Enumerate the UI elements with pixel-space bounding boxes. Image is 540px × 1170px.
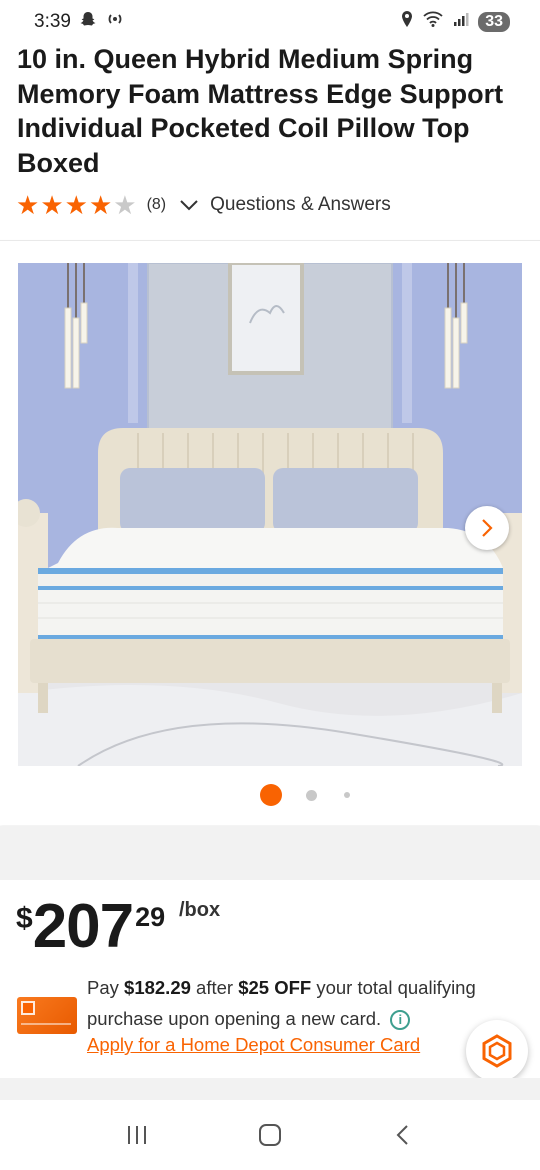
questions-answers-link[interactable]: Questions & Answers xyxy=(210,194,391,216)
review-count[interactable]: (8) xyxy=(147,196,167,214)
chevron-right-icon xyxy=(482,519,493,537)
star-filled-icon: ★ xyxy=(40,190,64,220)
price-unit: /box xyxy=(179,899,221,921)
star-filled-icon: ★ xyxy=(88,190,113,220)
promo-discount: $25 OFF xyxy=(238,977,312,998)
price-whole: 207 xyxy=(32,892,134,961)
price: $ 207 29 xyxy=(16,894,165,960)
battery-icon: 33 xyxy=(478,12,510,32)
hexagon-icon xyxy=(482,1034,512,1068)
star-rating: ★ ★ ★ ★ ★ xyxy=(16,192,137,218)
pagination-dot[interactable] xyxy=(344,792,350,798)
price-section: $ 207 29 /box Pay $182.29 after $25 OFF … xyxy=(0,880,540,1075)
promo-price: $182.29 xyxy=(124,977,191,998)
recents-icon xyxy=(127,1126,146,1144)
status-bar: 3:39 33 xyxy=(0,0,540,44)
status-time: 3:39 xyxy=(34,11,71,32)
promo-pay: Pay xyxy=(87,977,119,998)
recents-button[interactable] xyxy=(117,1115,157,1155)
section-divider xyxy=(0,826,540,880)
star-filled-icon: ★ xyxy=(64,190,88,220)
battery-level: 33 xyxy=(485,13,503,30)
promo-text: Pay $182.29 after $25 OFF your total qua… xyxy=(87,972,517,1034)
location-icon xyxy=(400,10,414,34)
credit-card-icon xyxy=(17,997,77,1034)
promo-after: after xyxy=(196,977,234,998)
pagination-dot[interactable] xyxy=(306,790,317,801)
star-filled-icon: ★ xyxy=(16,190,40,220)
floating-action-button[interactable] xyxy=(466,1020,528,1082)
product-title: 10 in. Queen Hybrid Medium Spring Memory… xyxy=(17,44,504,178)
price-currency: $ xyxy=(16,902,33,935)
wifi-icon xyxy=(422,10,444,34)
star-empty-icon: ★ xyxy=(113,190,137,220)
rating-row[interactable]: ★ ★ ★ ★ ★ (8) Questions & Answers xyxy=(16,190,391,220)
home-icon xyxy=(258,1124,281,1146)
broadcast-icon xyxy=(105,10,125,34)
section-divider-bottom xyxy=(0,1078,540,1100)
image-gallery xyxy=(0,240,540,825)
next-image-button[interactable] xyxy=(465,506,509,550)
apply-card-link[interactable]: Apply for a Home Depot Consumer Card xyxy=(87,1034,420,1056)
back-icon xyxy=(396,1125,409,1145)
pagination-dot-active[interactable] xyxy=(260,784,282,806)
price-cents: 29 xyxy=(135,902,166,932)
chevron-down-icon[interactable] xyxy=(178,194,200,216)
back-button[interactable] xyxy=(383,1115,423,1155)
product-image[interactable] xyxy=(18,263,522,766)
signal-icon xyxy=(452,10,470,34)
home-button[interactable] xyxy=(250,1115,290,1155)
snapchat-icon xyxy=(79,10,97,34)
info-icon[interactable]: i xyxy=(390,1010,411,1030)
system-nav-bar xyxy=(0,1100,540,1170)
